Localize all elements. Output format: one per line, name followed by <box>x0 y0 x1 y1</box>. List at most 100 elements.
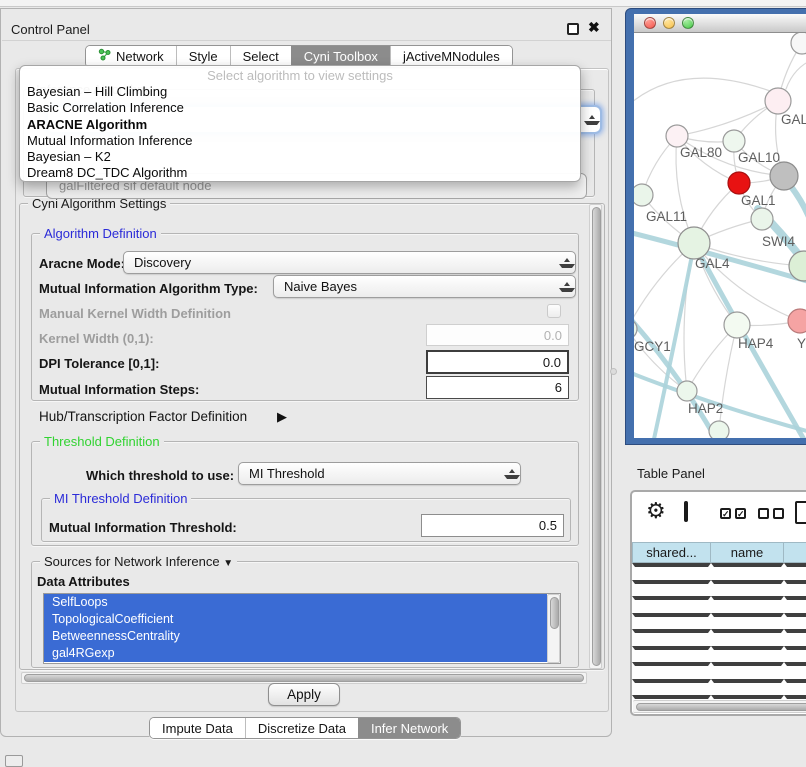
node-label: GAL11 <box>646 209 687 224</box>
close-icon[interactable]: ✖ <box>588 19 600 36</box>
aracne-mode-combo[interactable]: Discovery <box>123 251 576 274</box>
table-row[interactable]: YDL19...YDL19...13 <box>632 563 806 580</box>
table-row[interactable]: YPR145WYPR145W9. <box>632 613 806 630</box>
stepper-icon <box>503 463 520 484</box>
tab-discretize-data[interactable]: Discretize Data <box>245 718 358 738</box>
dpi-tolerance-field[interactable]: 0.0 <box>426 350 569 374</box>
table-panel-title: Table Panel <box>637 466 705 481</box>
float-window-icon[interactable] <box>567 23 579 35</box>
settings-hscrollbar-thumb[interactable] <box>24 674 584 682</box>
network-node-hap2[interactable] <box>677 381 697 401</box>
data-attributes-label: Data Attributes <box>37 574 130 589</box>
cell: 9. <box>784 646 806 650</box>
network-edge[interactable] <box>786 59 806 89</box>
cell: YPR145W <box>632 613 711 617</box>
list-scrollbar-thumb[interactable] <box>550 597 559 629</box>
column-header-extra[interactable] <box>784 542 806 563</box>
mi-steps-field[interactable]: 6 <box>426 376 569 399</box>
dropdown-hint: Select algorithm to view settings <box>20 68 580 84</box>
network-node-gal1[interactable] <box>770 162 798 190</box>
network-node-gal10[interactable] <box>723 130 745 152</box>
apply-button[interactable]: Apply <box>268 683 340 706</box>
zoom-traffic-light[interactable] <box>682 17 694 29</box>
network-window[interactable]: GALGAL80GAL10GAL1GAL11SWI4GAL4GCY1HAP4YH… <box>625 8 806 445</box>
network-node-hap4[interactable] <box>724 312 750 338</box>
tab-select[interactable]: Select <box>230 46 291 67</box>
close-traffic-light[interactable] <box>644 17 656 29</box>
table-row[interactable]: YLR345WYLR345W9. <box>632 679 806 696</box>
algorithm-option[interactable]: Basic Correlation Inference <box>20 100 580 116</box>
settings-vscrollbar-thumb[interactable] <box>592 207 601 666</box>
tab-jactivemnodules[interactable]: jActiveMNodules <box>390 46 512 67</box>
collapse-arrow-icon[interactable]: ▼ <box>223 558 233 569</box>
select-all-columns-icon[interactable]: ✓✓ <box>720 508 746 519</box>
table-panel-window: ⚙ ✓✓ shared...name YDL19...YDL19...13YDR… <box>630 490 806 716</box>
gear-icon[interactable]: ⚙ <box>646 500 666 522</box>
algorithm-option[interactable]: ARACNE Algorithm <box>20 117 580 133</box>
node-label: GAL10 <box>738 150 780 165</box>
cell: YBL079W <box>632 662 711 666</box>
node-label: GAL <box>781 112 806 127</box>
which-threshold-combo[interactable]: MI Threshold <box>238 462 521 485</box>
cell <box>784 596 806 600</box>
table-hscrollbar[interactable] <box>633 700 806 713</box>
network-node-gal80[interactable] <box>666 125 688 147</box>
network-node-gal4[interactable] <box>678 227 710 259</box>
network-edge[interactable] <box>634 78 770 113</box>
network-node-gal11[interactable] <box>634 184 653 206</box>
column-header-name[interactable]: name <box>711 542 784 563</box>
algorithm-option[interactable]: Dream8 DC_TDC Algorithm <box>20 165 580 181</box>
tab-infer-network[interactable]: Infer Network <box>358 718 460 738</box>
cell: 9. <box>784 613 806 617</box>
checkbox-icon: ✓ <box>720 508 731 519</box>
tab-cyni-toolbox[interactable]: Cyni Toolbox <box>291 46 390 67</box>
tab-network[interactable]: Network <box>86 46 176 67</box>
tab-label: Style <box>189 46 218 67</box>
cell: 9. <box>784 695 806 699</box>
settings-vscrollbar[interactable] <box>589 204 602 669</box>
node-label: GAL80 <box>680 145 722 160</box>
network-edge[interactable] <box>677 101 778 136</box>
splitter-dimple[interactable] <box>610 368 617 375</box>
hub-section-label[interactable]: Hub/Transcription Factor Definition <box>39 409 247 424</box>
table-row[interactable]: YBR043CYBR043C <box>632 596 806 613</box>
table-hscrollbar-thumb[interactable] <box>636 703 806 711</box>
network-node[interactable] <box>791 33 806 54</box>
table-row[interactable]: YDR27...YDR27...12 <box>632 580 806 597</box>
algorithm-option[interactable]: Mutual Information Inference <box>20 133 580 149</box>
network-window-titlebar[interactable] <box>634 14 806 33</box>
network-node-y[interactable] <box>788 309 806 333</box>
deselect-all-columns-icon[interactable] <box>758 508 784 519</box>
expand-arrow-icon[interactable]: ▶ <box>277 409 287 425</box>
data-attributes-list[interactable]: SelfLoopsTopologicalCoefficientBetweenne… <box>43 593 561 664</box>
network-node-swi4[interactable] <box>751 208 773 230</box>
mi-type-combo[interactable]: Naive Bayes <box>273 275 576 298</box>
list-item[interactable]: TopologicalCoefficient <box>44 611 547 628</box>
cell: YLR345W <box>632 679 711 683</box>
checkbox-icon <box>758 508 769 519</box>
control-panel-window: Control Panel ✖ NetworkStyleSelectCyni T… <box>0 8 612 737</box>
list-item[interactable]: gal4RGexp <box>44 645 547 662</box>
collapsed-panel-icon[interactable] <box>5 755 23 767</box>
list-item[interactable]: SelfLoops <box>44 594 547 611</box>
network-node[interactable] <box>709 421 729 438</box>
table-row[interactable]: YBL079WYBL079W <box>632 662 806 679</box>
network-canvas[interactable]: GALGAL80GAL10GAL1GAL11SWI4GAL4GCY1HAP4YH… <box>634 33 806 438</box>
network-node[interactable] <box>728 172 750 194</box>
list-scrollbar[interactable] <box>547 594 560 663</box>
algorithm-option[interactable]: Bayesian – K2 <box>20 149 580 165</box>
export-table-icon[interactable] <box>795 501 806 524</box>
list-item[interactable]: BetweennessCentrality <box>44 628 547 645</box>
algorithm-option[interactable]: Bayesian – Hill Climbing <box>20 84 580 100</box>
minimize-traffic-light[interactable] <box>663 17 675 29</box>
tab-style[interactable]: Style <box>176 46 230 67</box>
column-header-shared-[interactable]: shared... <box>632 542 711 563</box>
tab-impute-data[interactable]: Impute Data <box>150 718 245 738</box>
network-thick-edge[interactable] <box>634 303 716 438</box>
network-node-gal[interactable] <box>765 88 791 114</box>
bottom-tabbar: Impute DataDiscretize DataInfer Network <box>149 717 461 739</box>
mi-threshold-field[interactable]: 0.5 <box>421 514 564 537</box>
columns-icon[interactable] <box>684 501 688 522</box>
table-row[interactable]: YER054CYER054C8. <box>632 629 806 646</box>
table-row[interactable]: YBR045CYBR045C9. <box>632 646 806 663</box>
